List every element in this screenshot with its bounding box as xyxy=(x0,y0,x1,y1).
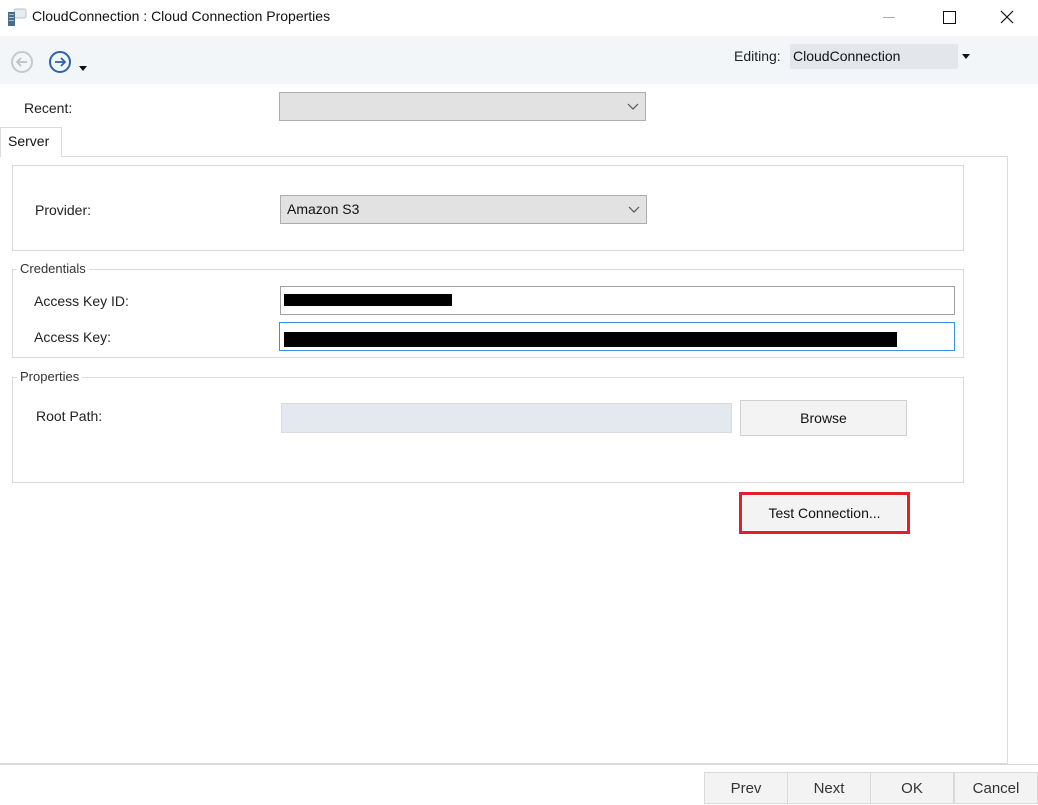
ok-button[interactable]: OK xyxy=(870,772,954,804)
provider-label: Provider: xyxy=(35,202,92,218)
provider-value: Amazon S3 xyxy=(287,201,360,217)
provider-select[interactable]: Amazon S3 xyxy=(280,195,647,224)
editing-value: CloudConnection xyxy=(793,48,901,64)
root-path-input[interactable] xyxy=(281,403,732,433)
editing-select[interactable]: CloudConnection xyxy=(790,44,974,69)
back-button[interactable] xyxy=(11,51,33,73)
caret-down-icon xyxy=(79,66,87,71)
access-key-id-label: Access Key ID: xyxy=(34,293,129,309)
test-connection-button[interactable]: Test Connection... xyxy=(743,496,906,530)
credentials-group-title: Credentials xyxy=(17,261,89,276)
recent-label: Recent: xyxy=(24,100,73,116)
chevron-down-icon xyxy=(627,103,639,110)
window-title: CloudConnection : Cloud Connection Prope… xyxy=(32,8,331,24)
access-key-input[interactable] xyxy=(279,322,955,351)
back-arrow-icon xyxy=(16,57,27,67)
recent-select[interactable] xyxy=(279,92,646,121)
root-path-label: Root Path: xyxy=(36,408,103,424)
history-dropdown-button[interactable] xyxy=(79,58,87,74)
forward-arrow-icon xyxy=(55,57,66,67)
tab-server-label: Server xyxy=(8,133,50,149)
next-button[interactable]: Next xyxy=(787,772,871,804)
access-key-label: Access Key: xyxy=(34,329,112,345)
maximize-icon xyxy=(942,10,956,24)
editing-label: Editing: xyxy=(734,48,781,64)
access-key-id-input[interactable] xyxy=(280,286,955,315)
minimize-button[interactable] xyxy=(866,0,912,34)
prev-button[interactable]: Prev xyxy=(704,772,788,804)
redacted-access-key-id xyxy=(284,294,452,306)
maximize-button[interactable] xyxy=(926,0,972,34)
browse-button[interactable]: Browse xyxy=(740,400,907,436)
close-icon xyxy=(1000,10,1014,24)
close-button[interactable] xyxy=(984,0,1030,34)
minimize-icon xyxy=(883,16,895,18)
caret-down-icon xyxy=(958,44,974,69)
forward-button[interactable] xyxy=(49,51,71,73)
redacted-access-key xyxy=(284,332,897,347)
footer-divider xyxy=(0,764,1038,765)
tab-server[interactable]: Server xyxy=(0,127,62,157)
cancel-button[interactable]: Cancel xyxy=(954,772,1038,804)
properties-group-title: Properties xyxy=(17,369,83,384)
server-icon xyxy=(7,8,27,26)
chevron-down-icon xyxy=(628,206,640,213)
